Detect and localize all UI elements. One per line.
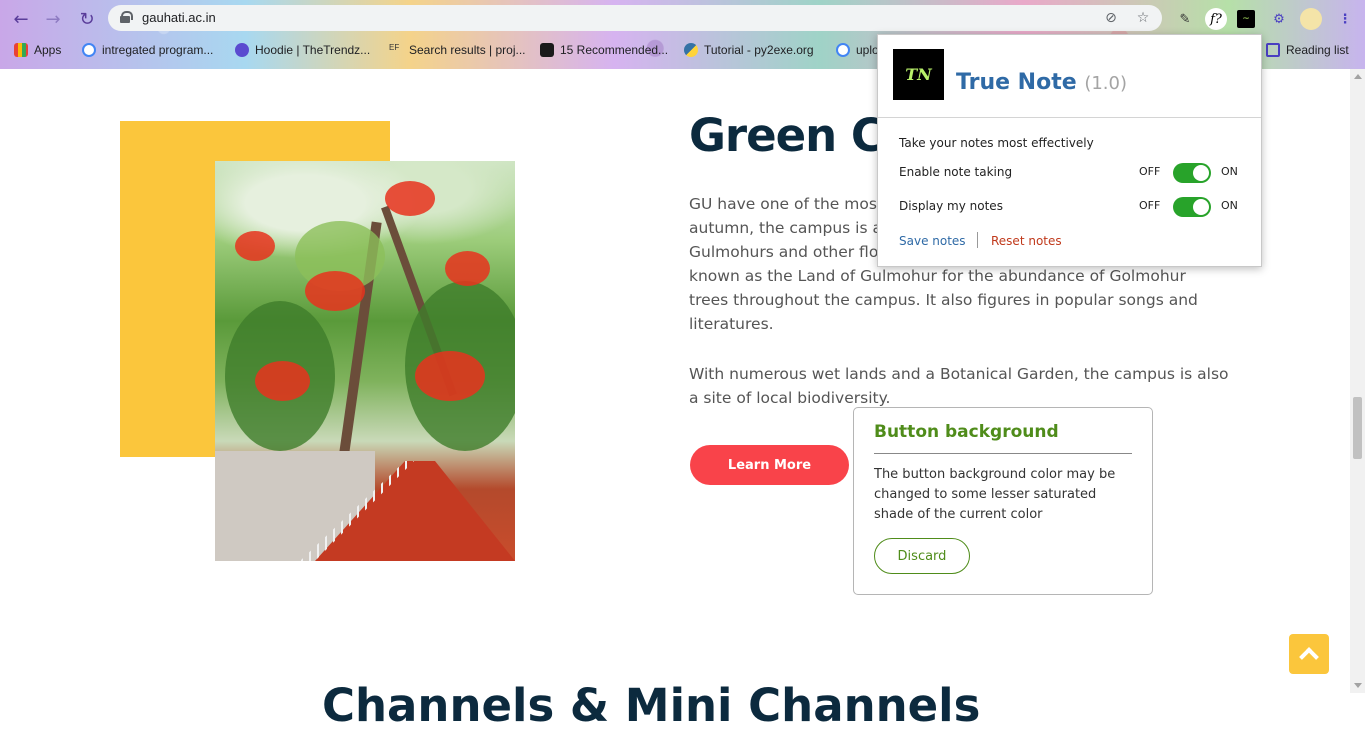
- star-icon[interactable]: ☆: [1134, 9, 1152, 27]
- eye-off-icon[interactable]: ⊘: [1102, 9, 1120, 27]
- link-separator: [977, 232, 978, 248]
- url-text: gauhati.ac.in: [142, 10, 216, 25]
- reading-list[interactable]: Reading list: [1266, 41, 1349, 59]
- reset-notes-link[interactable]: Reset notes: [991, 234, 1062, 248]
- note-divider: [874, 453, 1132, 454]
- bookmark-item[interactable]: EF Search results | proj...: [389, 41, 526, 59]
- note-body: The button background color may be chang…: [874, 467, 1116, 522]
- photo-blossom: [255, 361, 310, 401]
- scroll-up-icon[interactable]: [1354, 74, 1362, 79]
- row-label: Display my notes: [899, 199, 1003, 213]
- enable-note-taking-toggle[interactable]: [1173, 163, 1211, 183]
- bookmark-item[interactable]: intregated program...: [82, 41, 213, 59]
- on-label: ON: [1221, 199, 1238, 212]
- toggle-knob: [1193, 165, 1209, 181]
- off-label: OFF: [1139, 165, 1161, 178]
- bookmark-item[interactable]: Hoodie | TheTrendz...: [235, 41, 370, 59]
- section-heading: Green C: [689, 109, 884, 162]
- popup-version: (1.0): [1084, 73, 1127, 94]
- off-label: OFF: [1139, 199, 1161, 212]
- photo-blossom: [235, 231, 275, 261]
- font-extension-icon[interactable]: f?: [1205, 8, 1227, 30]
- save-notes-link[interactable]: Save notes: [899, 234, 966, 248]
- profile-avatar[interactable]: [1300, 8, 1322, 30]
- toggle-knob: [1193, 199, 1209, 215]
- photo-blossom: [385, 181, 435, 216]
- apps-grid-icon: [14, 43, 28, 57]
- photo-blossom: [415, 351, 485, 401]
- enable-note-taking-row: Enable note taking OFF ON: [899, 162, 1244, 184]
- learn-more-button[interactable]: Learn More: [690, 445, 849, 485]
- chevron-up-icon: [1299, 647, 1319, 667]
- photo-blossom: [445, 251, 490, 286]
- back-arrow-icon[interactable]: ←: [10, 8, 32, 30]
- ef-icon: EF: [389, 43, 400, 52]
- on-label: ON: [1221, 165, 1238, 178]
- note-card: Button background The button background …: [853, 407, 1153, 595]
- scroll-to-top-button[interactable]: [1289, 634, 1329, 674]
- next-section-heading: Channels & Mini Channels: [322, 679, 981, 732]
- scrollbar-thumb[interactable]: [1353, 397, 1362, 459]
- popup-tagline: Take your notes most effectively: [899, 136, 1094, 150]
- google-icon: [836, 43, 850, 57]
- python-icon: [684, 43, 698, 57]
- eyedropper-extension-icon[interactable]: ✎: [1174, 8, 1196, 30]
- address-bar[interactable]: gauhati.ac.in ⊘ ☆: [108, 5, 1162, 31]
- reading-list-icon: [1266, 43, 1280, 57]
- popup-title-text: True Note: [956, 70, 1077, 95]
- reading-list-label: Reading list: [1286, 43, 1349, 57]
- bookmark-label: intregated program...: [102, 43, 214, 57]
- row-label: Enable note taking: [899, 165, 1013, 179]
- bookmark-item[interactable]: 15 Recommended...: [540, 41, 668, 59]
- popup-divider: [878, 117, 1261, 118]
- true-note-popup: TN True Note (1.0) Take your notes most …: [877, 34, 1262, 267]
- bookmark-label: 15 Recommended...: [560, 43, 669, 57]
- globe-icon: [235, 43, 249, 57]
- lock-icon: [120, 11, 133, 23]
- true-note-extension-icon[interactable]: ~: [1237, 10, 1255, 28]
- browser-menu-icon[interactable]: ⋮: [1334, 8, 1356, 30]
- bookmark-apps[interactable]: Apps: [14, 41, 61, 59]
- bookmark-item[interactable]: uplo: [836, 41, 879, 59]
- true-note-logo: TN: [893, 49, 944, 100]
- biodiversity-paragraph: With numerous wet lands and a Botanical …: [689, 365, 1229, 407]
- puzzle-extensions-icon[interactable]: ⚙: [1268, 8, 1290, 30]
- note-title: Button background: [874, 422, 1059, 442]
- display-notes-row: Display my notes OFF ON: [899, 196, 1244, 218]
- bookmark-label: Apps: [34, 43, 62, 57]
- display-notes-toggle[interactable]: [1173, 197, 1211, 217]
- popup-title: True Note (1.0): [956, 70, 1127, 95]
- page-scrollbar[interactable]: [1350, 69, 1365, 693]
- bookmark-icon: [540, 43, 554, 57]
- scroll-down-icon[interactable]: [1354, 683, 1362, 688]
- campus-photo: [215, 161, 515, 561]
- bookmark-label: Search results | proj...: [409, 43, 526, 57]
- reload-icon[interactable]: ↻: [76, 8, 98, 30]
- bookmark-label: Hoodie | TheTrendz...: [255, 43, 371, 57]
- forward-arrow-icon[interactable]: →: [42, 8, 64, 30]
- bookmark-item[interactable]: Tutorial - py2exe.org: [684, 41, 814, 59]
- bookmark-label: Tutorial - py2exe.org: [704, 43, 814, 57]
- photo-blossom: [305, 271, 365, 311]
- discard-button[interactable]: Discard: [874, 538, 970, 574]
- google-icon: [82, 43, 96, 57]
- bookmark-label: uplo: [856, 43, 879, 57]
